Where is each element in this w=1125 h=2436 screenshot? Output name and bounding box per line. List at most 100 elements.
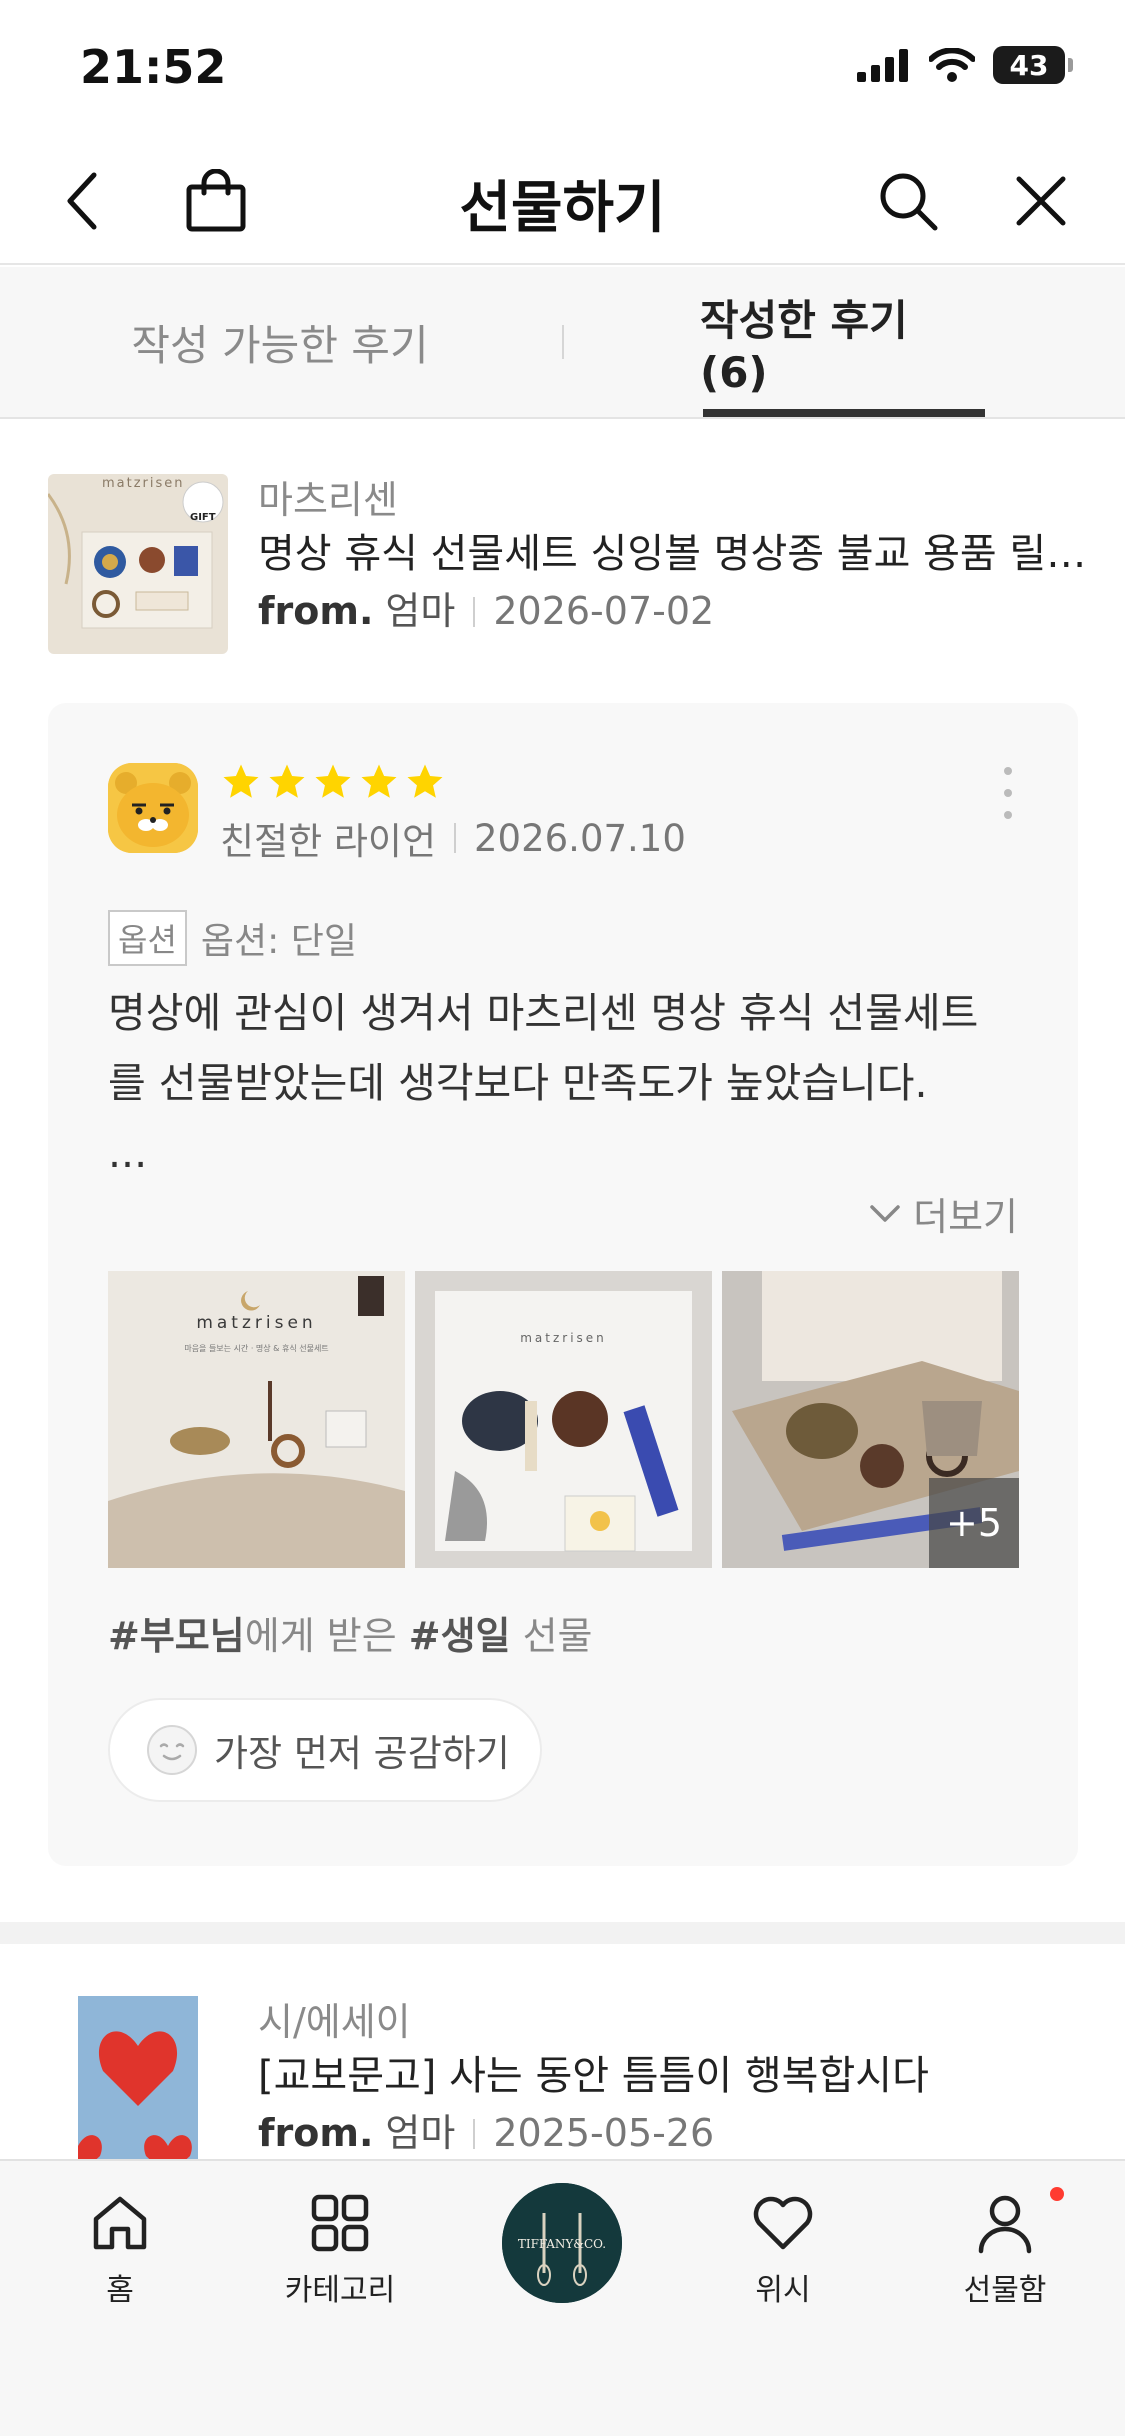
product-name: 명상 휴식 선물세트 싱잉볼 명상종 불교 용품 릴렉스 힐링 선물 bbox=[258, 531, 1113, 578]
star-icon bbox=[315, 764, 351, 798]
status-bar: 21:52 43 bbox=[0, 0, 1125, 135]
tag-occasion: #생일 bbox=[408, 1614, 511, 1658]
photo-brand: matzrisen bbox=[196, 1313, 317, 1333]
nav-home-label: 홈 bbox=[106, 2273, 134, 2308]
tab-divider bbox=[562, 325, 564, 359]
heart-icon bbox=[753, 2196, 813, 2250]
nav-gift-box[interactable]: 선물함 bbox=[925, 2191, 1085, 2309]
read-more-label: 더보기 bbox=[913, 1195, 1018, 1239]
star-icon bbox=[223, 764, 259, 798]
star-rating bbox=[220, 761, 446, 803]
chevron-down-icon bbox=[870, 1204, 900, 1222]
gift-date: 2025-05-26 bbox=[493, 2111, 715, 2156]
more-photos-count: +5 bbox=[929, 1478, 1019, 1568]
option-badge: 옵션 bbox=[108, 910, 187, 966]
sender-name: 엄마 bbox=[385, 589, 456, 634]
product-row[interactable]: matzrisen GIFT 마츠리센 명상 휴식 선물세트 싱잉볼 명상종 불… bbox=[48, 474, 1113, 654]
section-divider bbox=[0, 1922, 1125, 1944]
person-icon bbox=[978, 2195, 1032, 2254]
review-photo[interactable]: matzrisen bbox=[415, 1271, 712, 1568]
from-label: from. bbox=[258, 2111, 374, 2156]
review-photo[interactable]: +5 bbox=[722, 1271, 1019, 1568]
signal-icon bbox=[857, 49, 908, 82]
product-image bbox=[48, 1996, 228, 2176]
avatar bbox=[108, 763, 198, 853]
product-info: 시/에세이 [교보문고] 사는 동안 틈틈이 행복합시다 from. 엄마 20… bbox=[258, 1998, 1108, 2162]
product-name: [교보문고] 사는 동안 틈틈이 행복합시다 bbox=[258, 2053, 929, 2100]
review-card: 친절한 라이언 2026.07.10 옵션 옵션: 단일 명상에 관심이 생겨서… bbox=[48, 703, 1078, 1866]
product-category: 시/에세이 bbox=[258, 2000, 411, 2044]
meta-divider bbox=[473, 596, 476, 627]
thumb-brand: matzrisen bbox=[102, 476, 185, 491]
status-time: 21:52 bbox=[80, 40, 227, 94]
tag-relation: #부모님 bbox=[108, 1614, 245, 1658]
ryan-avatar-icon bbox=[108, 763, 198, 853]
star-icon bbox=[361, 764, 397, 798]
photo-caption: 마음을 들보는 시간 · 명상 & 휴식 선물세트 bbox=[184, 1344, 329, 1353]
product-thumbnail: matzrisen GIFT bbox=[48, 474, 228, 654]
product-meta: from. 엄마 2026-07-02 bbox=[258, 583, 1108, 640]
brand-promo-label: TIFFANY&CO. bbox=[517, 2237, 607, 2251]
tab-writable-reviews[interactable]: 작성 가능한 후기 bbox=[60, 267, 500, 417]
read-more-button[interactable]: 더보기 bbox=[869, 1186, 1018, 1241]
product-row[interactable]: 시/에세이 [교보문고] 사는 동안 틈틈이 행복합시다 from. 엄마 20… bbox=[48, 1996, 1078, 2176]
search-icon bbox=[880, 173, 938, 231]
nav-category-label: 카테고리 bbox=[284, 2273, 396, 2308]
tab-written-reviews[interactable]: 작성한 후기 (6) bbox=[700, 267, 990, 417]
wifi-icon bbox=[929, 48, 975, 82]
review-photos: matzrisen 마음을 들보는 시간 · 명상 & 휴식 선물세트 matz… bbox=[108, 1271, 1019, 1568]
status-icons: 43 bbox=[857, 46, 1073, 84]
bottom-navigation: 홈 카테고리 TIFFANY&CO. 위시 선물함 bbox=[0, 2159, 1125, 2436]
nav-wish[interactable]: 위시 bbox=[703, 2191, 863, 2309]
product-thumbnail bbox=[48, 1996, 228, 2176]
smile-icon bbox=[147, 1725, 197, 1775]
battery-indicator: 43 bbox=[993, 46, 1073, 84]
star-icon bbox=[269, 764, 305, 798]
gift-tags: #부모님에게 받은 #생일 선물 bbox=[108, 1605, 593, 1660]
nav-wish-label: 위시 bbox=[755, 2273, 811, 2308]
review-tabs: 작성 가능한 후기 작성한 후기 (6) bbox=[0, 267, 1125, 419]
empathy-label: 가장 먼저 공감하기 bbox=[214, 1732, 510, 1775]
shopping-bag-icon bbox=[186, 169, 246, 232]
nav-home[interactable]: 홈 bbox=[40, 2191, 200, 2309]
close-button[interactable] bbox=[1005, 165, 1077, 237]
option-text: 옵션: 단일 bbox=[200, 921, 357, 962]
active-tab-indicator bbox=[703, 409, 985, 417]
notification-dot bbox=[1050, 2187, 1064, 2201]
nav-category[interactable]: 카테고리 bbox=[260, 2191, 420, 2309]
review-date: 2026.07.10 bbox=[474, 816, 686, 860]
review-photo[interactable]: matzrisen 마음을 들보는 시간 · 명상 & 휴식 선물세트 bbox=[108, 1271, 405, 1568]
product-meta: from. 엄마 2025-05-26 bbox=[258, 2105, 1108, 2162]
meta-divider bbox=[473, 2118, 476, 2149]
gift-badge: GIFT bbox=[190, 512, 216, 523]
shopping-bag-button[interactable] bbox=[180, 165, 252, 237]
home-icon bbox=[93, 2196, 147, 2250]
chevron-left-icon bbox=[67, 172, 97, 230]
back-button[interactable] bbox=[48, 165, 120, 237]
meta-divider bbox=[454, 823, 457, 853]
dot-icon bbox=[1004, 789, 1012, 797]
reviewer-name: 친절한 라이언 bbox=[220, 820, 437, 863]
tag-middle: 에게 받은 bbox=[244, 1614, 409, 1658]
search-button[interactable] bbox=[872, 165, 944, 237]
brand-promo-button[interactable]: TIFFANY&CO. bbox=[502, 2183, 622, 2303]
grid-icon bbox=[311, 2194, 369, 2252]
star-icon bbox=[407, 764, 443, 798]
product-info: 마츠리센 명상 휴식 선물세트 싱잉볼 명상종 불교 용품 릴렉스 힐링 선물 … bbox=[258, 476, 1113, 640]
sender-name: 엄마 bbox=[385, 2111, 456, 2156]
header: 선물하기 bbox=[0, 135, 1125, 265]
gift-date: 2026-07-02 bbox=[493, 589, 715, 634]
review-text: 명상에 관심이 생겨서 마츠리센 명상 휴식 선물세트 를 선물받았는데 생각보… bbox=[108, 989, 979, 1177]
photo-image bbox=[415, 1271, 712, 1568]
empathy-button[interactable]: 가장 먼저 공감하기 bbox=[108, 1698, 542, 1802]
more-options-button[interactable] bbox=[988, 763, 1028, 823]
product-category: 마츠리센 bbox=[258, 478, 398, 522]
dot-icon bbox=[1004, 811, 1012, 819]
reviewer-info: 친절한 라이언 2026.07.10 bbox=[220, 811, 686, 865]
photo-brand: matzrisen bbox=[520, 1331, 607, 1345]
tag-end: 선물 bbox=[510, 1614, 593, 1658]
option-row: 옵션 옵션: 단일 bbox=[108, 910, 357, 966]
nav-gift-box-label: 선물함 bbox=[963, 2273, 1047, 2308]
dot-icon bbox=[1004, 767, 1012, 775]
page-title: 선물하기 bbox=[459, 176, 666, 241]
